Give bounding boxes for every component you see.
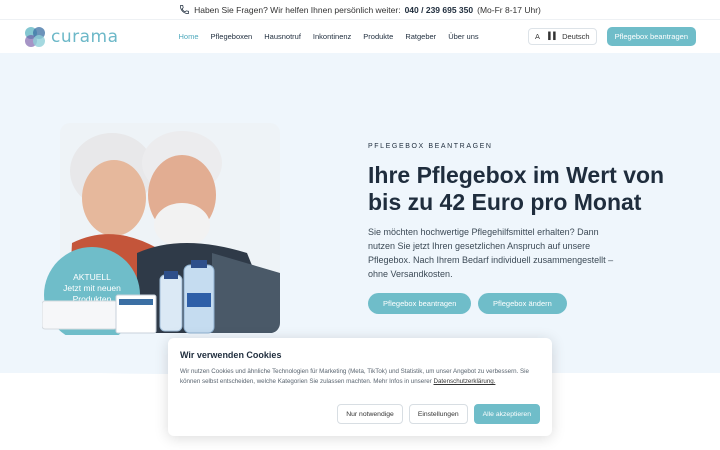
- cookie-actions: Nur notwendige Einstellungen Alle akzept…: [337, 404, 540, 424]
- cookie-accept-all-button[interactable]: Alle akzeptieren: [473, 404, 540, 424]
- cookie-settings-button[interactable]: Einstellungen: [408, 404, 468, 424]
- phone-number[interactable]: 040 / 239 695 350: [405, 5, 474, 15]
- curama-logo[interactable]: curama: [24, 26, 119, 48]
- badge-line-2: Jetzt mit neuen: [63, 283, 121, 293]
- cookie-necessary-only-button[interactable]: Nur notwendige: [337, 404, 403, 424]
- nav-item-inkontinenz[interactable]: Inkontinenz: [313, 32, 351, 41]
- logo-text: curama: [51, 26, 119, 47]
- language-selector[interactable]: A ▌▌ Deutsch: [528, 28, 597, 45]
- svg-text:A: A: [535, 32, 540, 41]
- language-label: Deutsch: [562, 32, 590, 41]
- contact-bar: Haben Sie Fragen? Wir helfen Ihnen persö…: [0, 0, 720, 20]
- privacy-policy-link[interactable]: Datenschutzerklärung.: [434, 378, 496, 385]
- contact-text: Haben Sie Fragen? Wir helfen Ihnen persö…: [194, 4, 401, 15]
- nav-item-hausnotruf[interactable]: Hausnotruf: [264, 32, 301, 41]
- language-flag-icon: ▌▌: [548, 33, 559, 40]
- phone-icon: [180, 5, 190, 14]
- nav-item-pflegeboxen[interactable]: Pflegeboxen: [211, 32, 253, 41]
- apply-pflegebox-nav-button[interactable]: Pflegebox beantragen: [606, 27, 696, 46]
- translate-icon: A: [535, 32, 540, 41]
- nav-item-ueber-uns[interactable]: Über uns: [448, 32, 478, 41]
- hero-eyebrow: PFLEGEBOX BEANTRAGEN: [368, 143, 493, 150]
- change-pflegebox-button[interactable]: Pflegebox ändern: [478, 293, 567, 314]
- hero-headline: Ihre Pflegebox im Wert von bis zu 42 Eur…: [368, 162, 665, 215]
- hero-lead-text: Sie möchten hochwertige Pflegehilfsmitte…: [368, 227, 614, 279]
- opening-hours: (Mo-Fr 8-17 Uhr): [477, 4, 541, 15]
- nav-item-ratgeber[interactable]: Ratgeber: [405, 32, 436, 41]
- cookie-consent-dialog: Wir verwenden Cookies Wir nutzen Cookies…: [168, 338, 552, 436]
- main-navigation: curama Home Pflegeboxen Hausnotruf Inkon…: [0, 20, 720, 53]
- badge-line-1: AKTUELL: [73, 272, 111, 282]
- apply-pflegebox-button[interactable]: Pflegebox beantragen: [368, 293, 472, 314]
- nav-item-home[interactable]: Home: [179, 32, 199, 41]
- nav-item-produkte[interactable]: Produkte: [363, 32, 393, 41]
- hero-image-seniors-with-products: AKTUELL Jetzt mit neuen Produkten: [42, 123, 280, 335]
- logo-mark-icon: [25, 26, 45, 47]
- nav-menu: Home Pflegeboxen Hausnotruf Inkontinenz …: [179, 32, 479, 41]
- cookie-description: Wir nutzen Cookies und ähnliche Technolo…: [180, 367, 540, 387]
- cookie-title: Wir verwenden Cookies: [180, 350, 282, 360]
